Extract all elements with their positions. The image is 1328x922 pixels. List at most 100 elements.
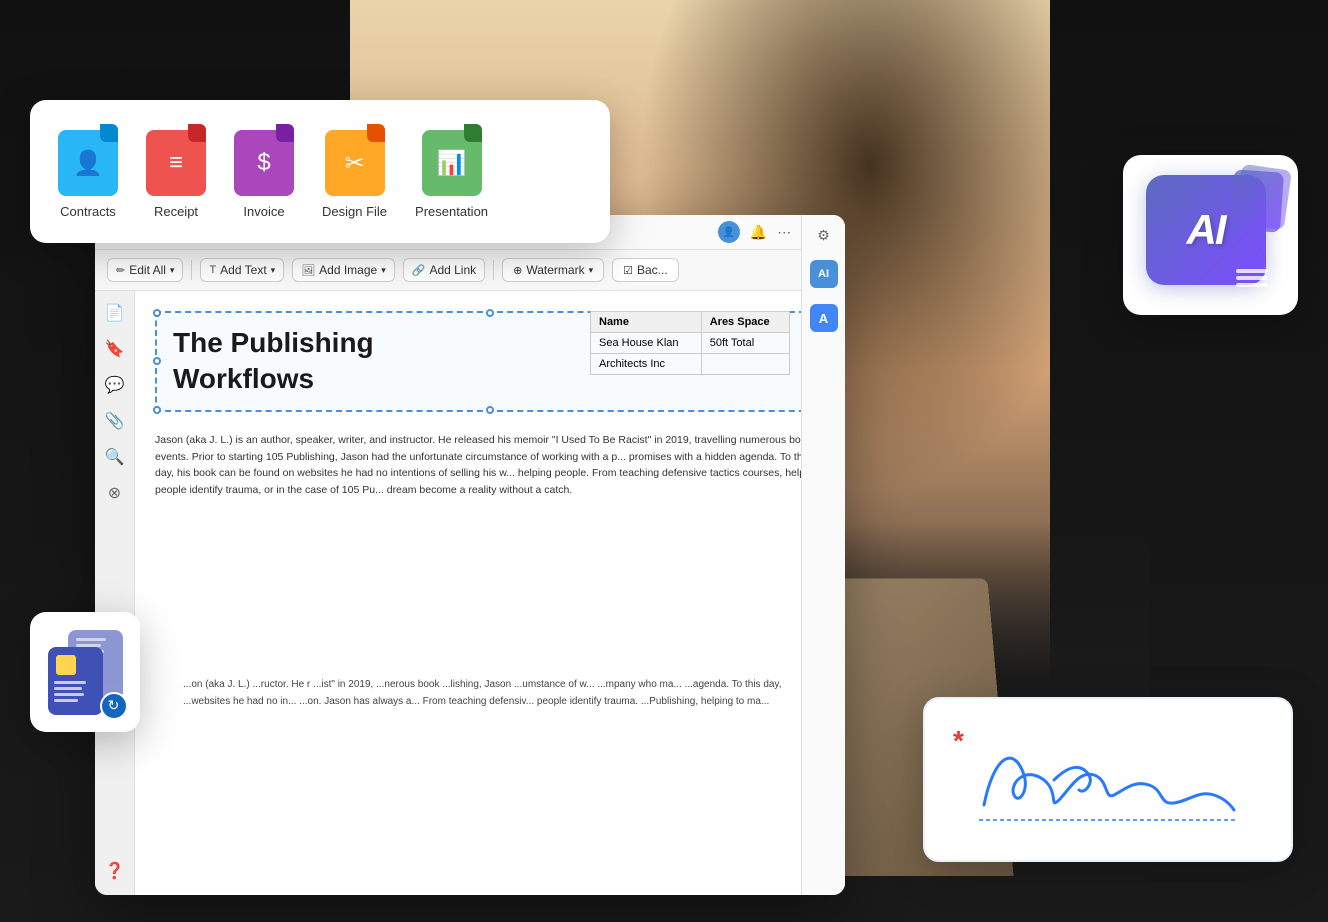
table-header-name: Name xyxy=(591,312,702,333)
editor-sidebar: 📄 🔖 💬 📎 🔍 ⊗ ❓ ‹ xyxy=(95,291,135,895)
document-table-area: Name Ares Space Sea House Klan 50ft Tota… xyxy=(590,311,790,387)
editor-toolbar: ✏ Edit All ▾ T Add Text ▾ 🖼 Add Image ▾ … xyxy=(95,250,845,291)
add-link-label: Add Link xyxy=(429,263,476,277)
design-label: Design File xyxy=(322,204,387,219)
ai-doc-line-1 xyxy=(1236,269,1268,273)
more-options-icon[interactable]: ⋯ xyxy=(777,224,791,241)
presentation-corner xyxy=(464,124,482,142)
doc-table: Name Ares Space Sea House Klan 50ft Tota… xyxy=(590,311,790,375)
back-checkbox-icon: ☑ xyxy=(623,264,633,277)
ai-icon-container: AI xyxy=(1146,175,1276,295)
signature-required-symbol: * xyxy=(953,725,964,757)
presentation-label: Presentation xyxy=(415,204,488,219)
receipt-icon-wrapper: ≡ xyxy=(146,124,206,196)
handle-bottom-mid[interactable] xyxy=(486,406,494,414)
user-avatar[interactable]: 👤 xyxy=(718,221,740,243)
handle-mid-left[interactable] xyxy=(153,357,161,365)
notification-icon[interactable]: 🔔 xyxy=(750,224,767,241)
handle-bottom-left[interactable] xyxy=(153,406,161,414)
ai-doc-line-2 xyxy=(1236,276,1268,280)
handle-top-mid[interactable] xyxy=(486,309,494,317)
presentation-icon-symbol: 📊 xyxy=(437,149,467,178)
contracts-label: Contracts xyxy=(60,204,116,219)
invoice-corner xyxy=(276,124,294,142)
add-image-chevron: ▾ xyxy=(381,265,386,276)
link-icon: 🔗 xyxy=(412,264,426,277)
add-text-label: Add Text xyxy=(220,263,266,277)
ai-panel-a-button[interactable]: A xyxy=(810,304,838,332)
table-cell-3: Architects Inc xyxy=(591,354,702,375)
second-page-text: ...on (aka J. L.) ...ructor. He r ...ist… xyxy=(183,677,797,710)
file-card-contracts[interactable]: 👤 Contracts xyxy=(58,124,118,219)
invoice-icon-wrapper: $ xyxy=(234,124,294,196)
text-icon: T xyxy=(209,264,216,276)
pdf-editor-window: View Organize Tools For... 👤 🔔 ⋯ ⬆ ⬆ ✏ E… xyxy=(95,215,845,895)
ai-text: AI xyxy=(1187,206,1225,254)
add-link-button[interactable]: 🔗 Add Link xyxy=(403,258,485,282)
ai-assistant-card: AI xyxy=(1123,155,1298,315)
help-icon[interactable]: ❓ xyxy=(105,861,125,881)
editor-main-content: The Publishing Workflows Name Ares Space xyxy=(135,291,845,895)
handle-top-left[interactable] xyxy=(153,309,161,317)
watermark-button[interactable]: ⊕ Watermark ▾ xyxy=(502,258,604,282)
body-paragraph-1: Jason (aka J. L.) is an author, speaker,… xyxy=(155,432,825,499)
edit-icon: ✏ xyxy=(116,264,125,277)
scan-image-placeholder xyxy=(56,655,76,675)
edit-all-chevron: ▾ xyxy=(170,265,175,276)
toolbar-divider-2 xyxy=(493,260,494,280)
file-cards-panel: 👤 Contracts ≡ Receipt $ Invoice ✂ xyxy=(30,100,610,243)
scan-line-2 xyxy=(54,687,82,690)
scan-icon-wrapper: ↻ xyxy=(48,630,123,715)
presentation-icon-wrapper: 📊 xyxy=(422,124,482,196)
signature-content: * xyxy=(953,725,1263,835)
design-icon-wrapper: ✂ xyxy=(325,124,385,196)
scan-doc-front xyxy=(48,647,103,715)
invoice-icon-symbol: $ xyxy=(257,149,270,177)
file-card-presentation[interactable]: 📊 Presentation xyxy=(415,124,488,219)
add-text-chevron: ▾ xyxy=(271,265,276,276)
table-header-space: Ares Space xyxy=(701,312,789,333)
receipt-icon-symbol: ≡ xyxy=(169,149,183,177)
scan-card: ↻ xyxy=(30,612,140,732)
file-card-design[interactable]: ✂ Design File xyxy=(322,124,387,219)
layers-icon[interactable]: ⊗ xyxy=(108,483,121,503)
watermark-chevron: ▾ xyxy=(589,265,594,276)
ai-panel-ai-button[interactable]: AI xyxy=(810,260,838,288)
second-page-area: ...on (aka J. L.) ...ructor. He r ...ist… xyxy=(183,677,797,895)
table-cell-1: Sea House Klan xyxy=(591,333,702,354)
bookmark-icon[interactable]: 🔖 xyxy=(105,339,125,359)
file-card-receipt[interactable]: ≡ Receipt xyxy=(146,124,206,219)
table-row-2: Architects Inc xyxy=(591,354,790,375)
watermark-icon: ⊕ xyxy=(513,264,522,277)
attachment-icon[interactable]: 📎 xyxy=(105,411,125,431)
signature-svg-area xyxy=(964,725,1263,835)
doc-icon[interactable]: 📄 xyxy=(105,303,125,323)
comment-icon[interactable]: 💬 xyxy=(105,375,125,395)
ai-doc-line-3 xyxy=(1236,283,1268,287)
ai-doc-lines xyxy=(1236,269,1268,287)
table-cell-2: 50ft Total xyxy=(701,333,789,354)
design-icon-symbol: ✂ xyxy=(344,149,364,178)
scan-line-3 xyxy=(54,693,84,696)
add-image-button[interactable]: 🖼 Add Image ▾ xyxy=(292,258,395,282)
add-image-label: Add Image xyxy=(319,263,377,277)
contracts-icon-wrapper: 👤 xyxy=(58,124,118,196)
receipt-corner xyxy=(188,124,206,142)
watermark-label: Watermark xyxy=(526,263,584,277)
edit-all-button[interactable]: ✏ Edit All ▾ xyxy=(107,258,183,282)
toolbar-divider-1 xyxy=(191,260,192,280)
scan-text-lines xyxy=(54,681,97,702)
search-icon[interactable]: 🔍 xyxy=(105,447,125,467)
editor-body: 📄 🔖 💬 📎 🔍 ⊗ ❓ ‹ The Publi xyxy=(95,291,845,895)
file-card-invoice[interactable]: $ Invoice xyxy=(234,124,294,219)
contracts-icon-symbol: 👤 xyxy=(73,149,103,178)
scan-line-4 xyxy=(54,699,78,702)
add-text-button[interactable]: T Add Text ▾ xyxy=(200,258,284,282)
design-corner xyxy=(367,124,385,142)
ai-doc-page-mid xyxy=(1229,169,1283,232)
scan-line-1 xyxy=(54,681,86,684)
sliders-icon[interactable]: ⚙ xyxy=(817,227,830,244)
table-row: Sea House Klan 50ft Total xyxy=(591,333,790,354)
back-button[interactable]: ☑ Bac... xyxy=(612,258,679,282)
table-cell-4 xyxy=(701,354,789,375)
